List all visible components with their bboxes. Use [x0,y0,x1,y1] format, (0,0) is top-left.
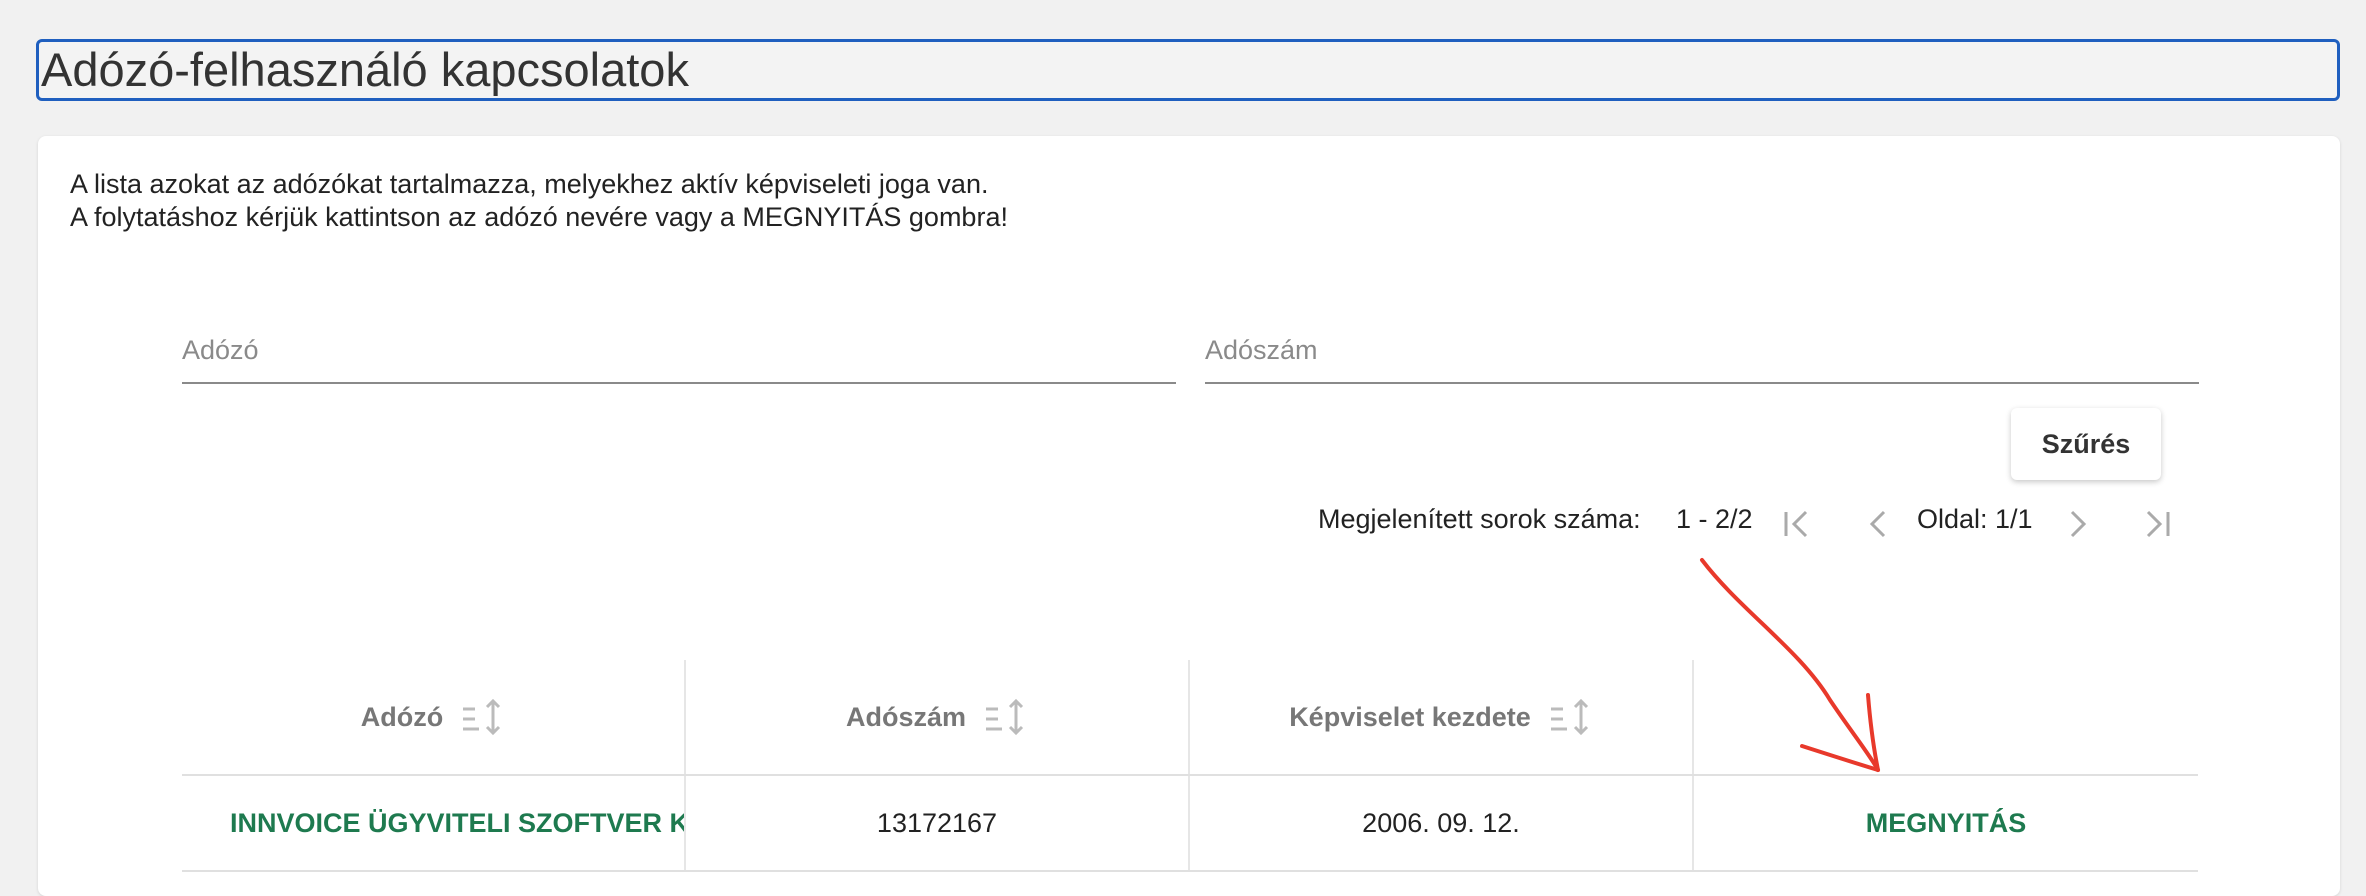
column-header-taxpayer[interactable]: Adózó [182,660,686,774]
intro-text: A lista azokat az adózókat tartalmazza, … [70,168,1008,234]
column-label-start-date: Képviselet kezdete [1289,701,1531,732]
content-card: A lista azokat az adózókat tartalmazza, … [38,136,2340,896]
pagination-bar: Megjelenített sorok száma: 1 - 2/2 Oldal… [38,488,2198,558]
table-row: INNVOICE ÜGYVITELI SZOFTVER K 13172167 2… [182,776,2198,872]
sort-icon[interactable] [984,697,1028,737]
intro-line-2: A folytatáshoz kérjük kattintson az adóz… [70,202,1008,232]
taxpayer-table: Adózó Adószám Képviselet kezdete INNVOIC… [182,660,2198,872]
column-label-tax-number: Adószám [845,701,967,732]
rows-count-label: Megjelenített sorok száma: [1318,504,1641,534]
column-header-tax-number[interactable]: Adószám [686,660,1190,774]
start-date-cell: 2006. 09. 12. [1190,776,1694,870]
page-title-box: Adózó-felhasználó kapcsolatok [36,39,2340,101]
last-page-icon[interactable] [2138,504,2178,544]
intro-line-1: A lista azokat az adózókat tartalmazza, … [70,169,989,199]
first-page-icon[interactable] [1776,504,1816,544]
sort-icon[interactable] [1549,697,1593,737]
rows-count-value: 1 - 2/2 [1676,504,1753,534]
taxpayer-name-link[interactable]: INNVOICE ÜGYVITELI SZOFTVER K [182,776,686,870]
filter-button[interactable]: Szűrés [2011,408,2161,480]
column-header-action [1694,660,2198,774]
open-button[interactable]: MEGNYITÁS [1694,776,2198,870]
table-header: Adózó Adószám Képviselet kezdete [182,660,2198,776]
next-page-icon[interactable] [2058,504,2098,544]
page-title: Adózó-felhasználó kapcsolatok [41,43,689,96]
tax-number-cell: 13172167 [686,776,1190,870]
column-label-taxpayer: Adózó [360,701,444,732]
taxpayer-input[interactable] [182,322,1176,378]
column-header-start-date[interactable]: Képviselet kezdete [1190,660,1694,774]
prev-page-icon[interactable] [1858,504,1898,544]
sort-icon[interactable] [461,697,505,737]
taxpayer-field [182,322,1176,384]
tax-number-input[interactable] [1205,322,2199,378]
page-indicator: Oldal: 1/1 [1917,504,2033,534]
tax-number-field [1205,322,2199,384]
